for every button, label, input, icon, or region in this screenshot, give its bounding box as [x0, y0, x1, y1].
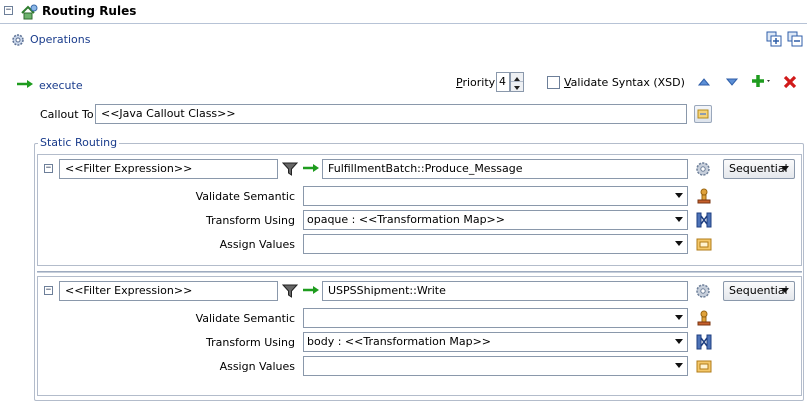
- delete-icon[interactable]: [782, 74, 798, 90]
- expand-all-icon[interactable]: [766, 31, 782, 47]
- chevron-down-icon: [675, 193, 683, 198]
- priority-input[interactable]: 4: [496, 72, 510, 92]
- priority-label: Priority: [456, 76, 496, 89]
- validate-syntax-label: Validate Syntax (XSD): [564, 76, 685, 89]
- filter-expression-input[interactable]: <<Filter Expression>>: [59, 159, 278, 179]
- assign-values-icon[interactable]: [696, 358, 712, 374]
- validate-stamp-icon[interactable]: [697, 187, 711, 205]
- collapse-rule-toggle[interactable]: −: [44, 164, 53, 173]
- chevron-down-icon: [675, 339, 683, 344]
- static-routing-legend: Static Routing: [38, 136, 120, 149]
- validate-semantic-select[interactable]: [303, 186, 688, 206]
- execution-mode-dropdown[interactable]: Sequential: [723, 281, 795, 301]
- transform-using-label: Transform Using: [205, 336, 295, 349]
- callout-input[interactable]: <<Java Callout Class>>: [95, 104, 687, 124]
- browse-callout-button[interactable]: [694, 105, 712, 123]
- filter-expression-input[interactable]: <<Filter Expression>>: [59, 281, 278, 301]
- transform-using-select[interactable]: body : <<Transformation Map>>: [303, 332, 688, 352]
- chevron-down-icon: [781, 166, 789, 171]
- collapse-rule-toggle[interactable]: −: [44, 286, 53, 295]
- rule-separator: [37, 271, 802, 273]
- move-down-icon[interactable]: [725, 77, 739, 87]
- routing-rules-icon: [21, 4, 38, 20]
- gear-icon[interactable]: [695, 161, 711, 177]
- add-icon[interactable]: [751, 73, 773, 89]
- filter-icon[interactable]: [282, 283, 298, 299]
- arrow-right-icon: [303, 286, 319, 294]
- validate-stamp-icon[interactable]: [697, 309, 711, 327]
- priority-spinner[interactable]: [510, 72, 524, 92]
- gear-icon: [12, 34, 24, 46]
- callout-label: Callout To: [40, 108, 94, 121]
- assign-values-label: Assign Values: [219, 360, 295, 373]
- assign-values-select[interactable]: [303, 356, 688, 376]
- execution-mode-value: Sequential: [729, 284, 788, 297]
- transformation-map-icon[interactable]: [696, 333, 712, 351]
- chevron-down-icon: [675, 217, 683, 222]
- assign-values-select[interactable]: [303, 234, 688, 254]
- validate-semantic-label: Validate Semantic: [195, 190, 295, 203]
- transform-using-select[interactable]: opaque : <<Transformation Map>>: [303, 210, 688, 230]
- move-up-icon[interactable]: [697, 77, 711, 87]
- spinner-up[interactable]: [511, 73, 523, 82]
- collapse-routing-rules-toggle[interactable]: −: [4, 6, 13, 15]
- assign-values-icon[interactable]: [696, 236, 712, 252]
- validate-semantic-label: Validate Semantic: [195, 312, 295, 325]
- filter-icon[interactable]: [282, 161, 298, 177]
- collapse-glyph: −: [5, 5, 12, 15]
- page-title: Routing Rules: [42, 4, 137, 18]
- browse-icon: [697, 109, 709, 119]
- validate-syntax-checkbox[interactable]: [547, 76, 560, 89]
- arrow-right-icon: [303, 164, 319, 172]
- operations-link[interactable]: Operations: [30, 33, 90, 46]
- chevron-down-icon: [781, 288, 789, 293]
- routing-target-input[interactable]: USPSShipment::Write: [322, 281, 688, 301]
- chevron-down-icon: [675, 315, 683, 320]
- chevron-down-icon: [675, 363, 683, 368]
- execution-mode-dropdown[interactable]: Sequential: [723, 159, 795, 179]
- routing-target-input[interactable]: FulfillmentBatch::Produce_Message: [322, 159, 688, 179]
- assign-values-label: Assign Values: [219, 238, 295, 251]
- spinner-down[interactable]: [511, 82, 523, 91]
- execute-operation-label[interactable]: execute: [39, 79, 83, 92]
- transform-using-label: Transform Using: [205, 214, 295, 227]
- validate-semantic-select[interactable]: [303, 308, 688, 328]
- execution-mode-value: Sequential: [729, 162, 788, 175]
- gear-icon[interactable]: [695, 283, 711, 299]
- chevron-down-icon: [675, 241, 683, 246]
- transformation-map-icon[interactable]: [696, 211, 712, 229]
- collapse-all-icon[interactable]: [787, 31, 803, 47]
- arrow-right-icon: [17, 80, 33, 88]
